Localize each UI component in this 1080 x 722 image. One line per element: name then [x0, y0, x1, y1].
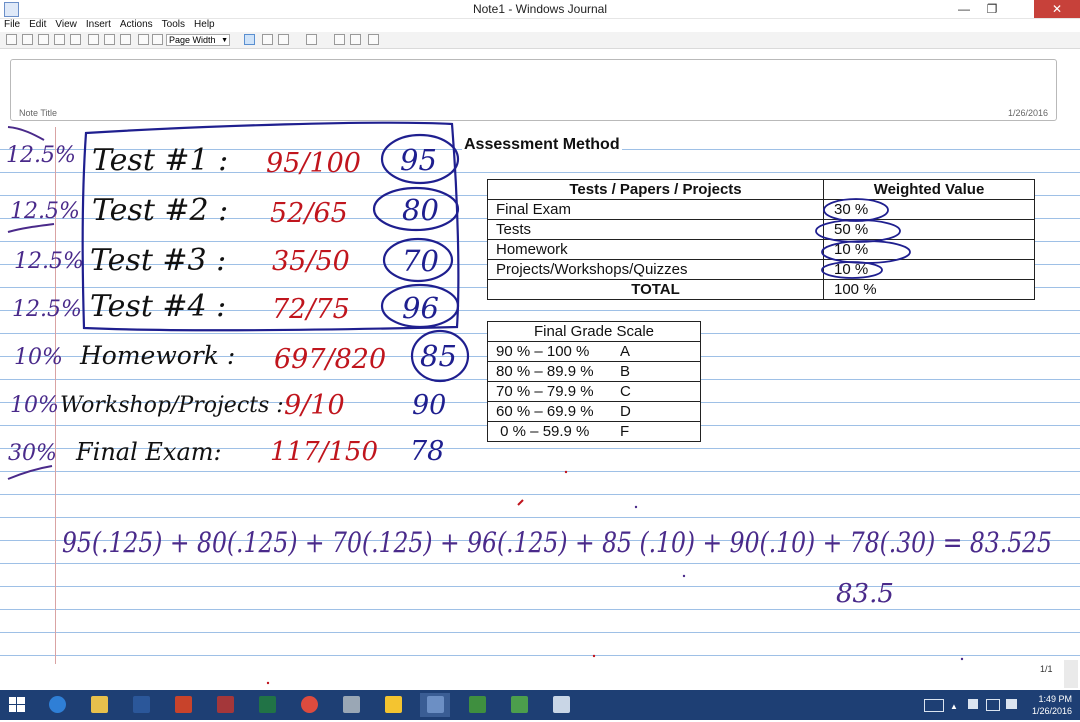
taskbar-file-explorer[interactable] — [84, 693, 114, 717]
score-ink: 117/150 — [270, 437, 378, 467]
ink-dot — [682, 574, 686, 578]
taskbar-internet-explorer[interactable] — [42, 693, 72, 717]
underline-ink — [7, 223, 55, 233]
internet-explorer-icon — [49, 696, 66, 713]
ink-dot — [517, 499, 524, 506]
ink-layer[interactable]: 12.5% 12.5% 12.5% 12.5% 10% 10% 30% Test… — [0, 0, 1080, 690]
percent-ink: 90 — [412, 390, 446, 421]
taskbar-powerpoint[interactable] — [168, 693, 198, 717]
weight-ink: 30% — [8, 441, 57, 466]
score-ink: 52/65 — [270, 198, 348, 229]
page-indicator: 1/1 — [1040, 664, 1053, 674]
item-ink: Test #2 : — [92, 193, 228, 228]
ink-dot — [564, 470, 568, 474]
network-icon[interactable] — [986, 699, 1000, 711]
item-ink: Test #1 : — [92, 143, 228, 178]
camtasia-recorder-icon — [511, 696, 528, 713]
weight-ink: 12.5% — [12, 297, 82, 322]
taskbar-chrome[interactable] — [294, 693, 324, 717]
taskbar-notepad[interactable] — [546, 693, 576, 717]
weight-ink: 12.5% — [14, 249, 84, 274]
circle-ink — [821, 261, 883, 279]
snipping-tool-icon — [343, 696, 360, 713]
folder-icon — [91, 696, 108, 713]
item-ink: Test #3 : — [90, 243, 226, 278]
equation-ink: 95(.125) + 80(.125) + 70(.125) + 96(.125… — [62, 526, 1052, 559]
clock[interactable]: 1:49 PM 1/26/2016 — [1032, 693, 1072, 717]
ink-dot — [634, 505, 638, 509]
taskbar-google-drive[interactable] — [378, 693, 408, 717]
stroke-ink — [7, 126, 45, 141]
score-ink: 697/820 — [274, 344, 386, 375]
percent-ink: 70 — [402, 244, 439, 278]
journal-icon — [427, 696, 444, 713]
excel-icon — [259, 696, 276, 713]
clock-date: 1/26/2016 — [1031, 706, 1072, 716]
taskbar-word[interactable] — [126, 693, 156, 717]
powerpoint-icon — [175, 696, 192, 713]
circle-ink — [815, 219, 901, 243]
taskbar-access[interactable] — [210, 693, 240, 717]
chrome-icon — [301, 696, 318, 713]
item-ink: Workshop/Projects : — [60, 393, 284, 418]
keyboard-icon[interactable] — [924, 699, 944, 712]
camtasia-icon — [469, 696, 486, 713]
flag-icon[interactable] — [968, 699, 978, 709]
google-drive-icon — [385, 696, 402, 713]
percent-ink: 85 — [420, 339, 457, 373]
ink-dot — [960, 657, 964, 661]
taskbar-journal[interactable] — [420, 693, 450, 717]
chevron-up-icon[interactable]: ▲ — [950, 702, 958, 711]
item-ink: Test #4 : — [90, 289, 226, 324]
ink-dot — [592, 654, 596, 658]
weight-ink: 10% — [10, 393, 59, 418]
score-ink: 95/100 — [266, 148, 361, 179]
circle-ink — [821, 240, 911, 264]
score-ink: 72/75 — [272, 294, 350, 325]
notepad-icon — [553, 696, 570, 713]
access-icon — [217, 696, 234, 713]
score-ink: 35/50 — [272, 246, 350, 277]
system-tray: ▲ 1:49 PM 1/26/2016 — [910, 690, 1080, 720]
start-button[interactable] — [2, 693, 32, 717]
taskbar-camtasia[interactable] — [462, 693, 492, 717]
ink-dot — [266, 681, 270, 685]
taskbar-snipping-tool[interactable] — [336, 693, 366, 717]
scrollbar[interactable] — [1064, 660, 1078, 688]
result-ink: 83.5 — [836, 579, 894, 609]
taskbar-camtasia-recorder[interactable] — [504, 693, 534, 717]
taskbar: ▲ 1:49 PM 1/26/2016 — [0, 690, 1080, 720]
circle-ink — [823, 198, 889, 222]
percent-ink: 78 — [410, 436, 444, 467]
percent-ink: 80 — [402, 193, 439, 227]
weight-ink: 12.5% — [10, 199, 80, 224]
clock-time: 1:49 PM — [1038, 694, 1072, 704]
weight-ink: 12.5% — [6, 143, 76, 168]
word-icon — [133, 696, 150, 713]
weight-ink: 10% — [14, 345, 63, 370]
item-ink: Final Exam: — [75, 438, 222, 466]
score-ink: 9/10 — [284, 390, 345, 421]
taskbar-excel[interactable] — [252, 693, 282, 717]
underline-ink — [7, 465, 53, 480]
percent-ink: 96 — [402, 291, 439, 325]
percent-ink: 95 — [400, 143, 437, 177]
volume-icon[interactable] — [1006, 699, 1017, 709]
windows-logo-icon — [9, 697, 25, 712]
item-ink: Homework : — [79, 341, 235, 370]
